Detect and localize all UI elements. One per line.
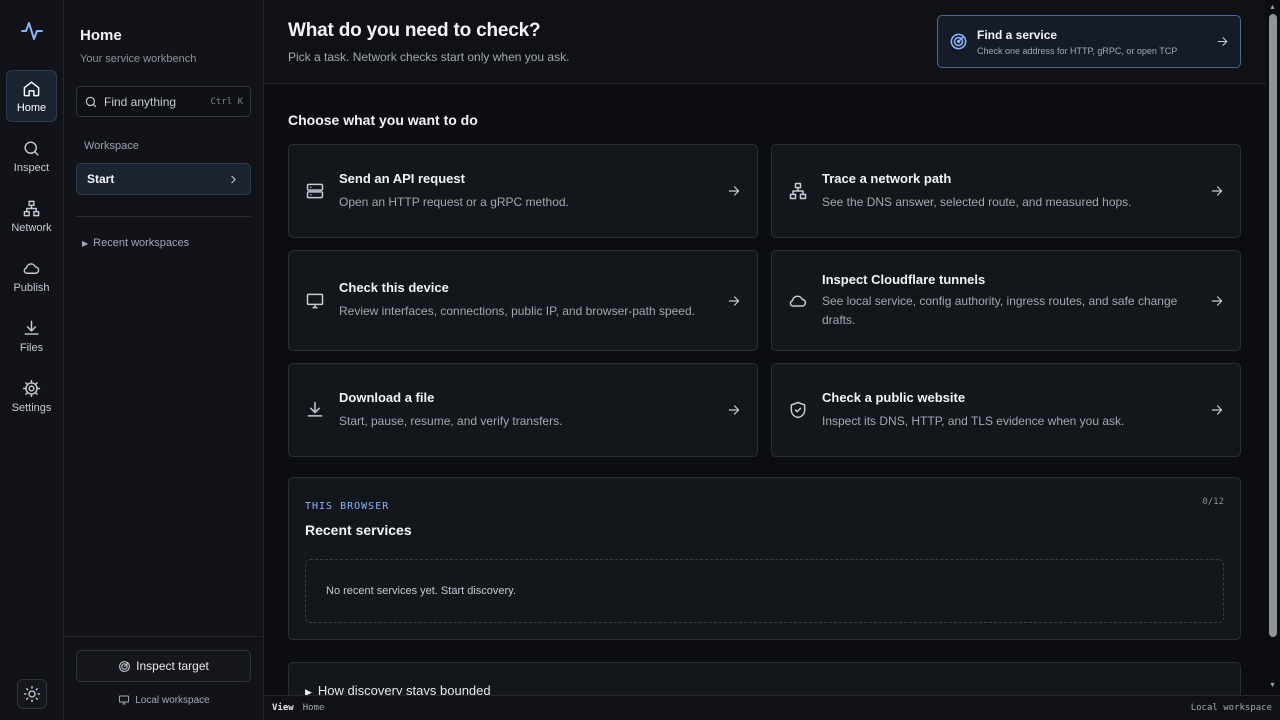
recent-services-panel: THIS BROWSER 0/12 Recent services No rec…: [288, 477, 1241, 640]
recent-workspaces-label: Recent workspaces: [93, 237, 190, 249]
search-shortcut: Ctrl K: [210, 96, 243, 107]
arrow-right-icon: [727, 403, 741, 417]
network-icon: [22, 199, 41, 218]
rail-item-settings[interactable]: Settings: [6, 370, 57, 422]
rail-item-label: Settings: [11, 401, 52, 414]
workspace-start-label: Start: [87, 172, 115, 186]
main-header: What do you need to check? Pick a task. …: [264, 0, 1266, 84]
local-workspace-label: Local workspace: [135, 694, 210, 706]
task-card-title: Download a file: [339, 389, 435, 405]
scroll-up-icon[interactable]: ▲: [1269, 4, 1276, 11]
task-card-description: Inspect its DNS, HTTP, and TLS evidence …: [822, 413, 1125, 428]
radar-icon: [118, 660, 131, 673]
task-card-public-website[interactable]: Check a public website Inspect its DNS, …: [771, 363, 1241, 457]
task-card-title: Check a public website: [822, 389, 966, 405]
rail-item-network[interactable]: Network: [6, 190, 57, 242]
inspect-target-label: Inspect target: [136, 659, 209, 673]
status-page-label: Home: [302, 703, 325, 713]
page-title: What do you need to check?: [288, 20, 541, 41]
arrow-right-icon: [727, 184, 741, 198]
arrow-right-icon: [1216, 35, 1229, 48]
icon-rail: Home Inspect Network Publish Files Setti…: [0, 0, 64, 720]
task-card-description: Review interfaces, connections, public I…: [339, 304, 695, 318]
home-icon: [22, 79, 41, 98]
network-icon: [788, 181, 808, 201]
task-card-cloudflare-tunnels[interactable]: Inspect Cloudflare tunnels See local ser…: [771, 250, 1241, 351]
arrow-right-icon: [1210, 403, 1224, 417]
monitor-icon: [118, 694, 130, 706]
panel-divider: [64, 636, 263, 637]
local-workspace-indicator: Local workspace: [64, 694, 264, 706]
arrow-right-icon: [1210, 184, 1224, 198]
task-card-description: See local service, config authority, ing…: [822, 293, 1178, 327]
task-card-title: Inspect Cloudflare tunnels: [822, 271, 986, 287]
chevron-right-icon: [227, 173, 240, 186]
panel-title: Home: [80, 27, 122, 44]
task-card-title: Check this device: [339, 280, 449, 295]
task-card-title: Trace a network path: [822, 170, 952, 186]
status-workspace-label: Local workspace: [1190, 703, 1272, 713]
rail-item-home[interactable]: Home: [6, 70, 57, 122]
recent-services-count: 0/12: [1202, 497, 1224, 507]
find-service-title: Find a service: [977, 27, 1058, 42]
cloud-icon: [22, 259, 41, 278]
task-card-description: Start, pause, resume, and verify transfe…: [339, 413, 563, 428]
server-icon: [305, 181, 325, 201]
download-icon: [305, 400, 325, 420]
rail-item-inspect[interactable]: Inspect: [6, 130, 57, 182]
status-bar: View Home Local workspace: [264, 695, 1280, 720]
scrollbar-thumb[interactable]: [1269, 14, 1277, 637]
search-input[interactable]: Find anything Ctrl K: [76, 86, 251, 117]
task-card-description: Open an HTTP request or a gRPC method.: [339, 194, 569, 209]
rail-item-label: Inspect: [13, 161, 50, 174]
rail-item-label: Network: [11, 221, 52, 234]
recent-workspaces-toggle[interactable]: ▶ Recent workspaces: [82, 237, 189, 249]
search-placeholder: Find anything: [104, 94, 177, 109]
recent-services-title: Recent services: [305, 522, 412, 538]
main-scrollbar[interactable]: ▲ ▼: [1266, 0, 1280, 695]
recent-services-kicker: THIS BROWSER: [305, 501, 390, 512]
search-icon: [22, 139, 41, 158]
find-service-button[interactable]: Find a service Check one address for HTT…: [937, 15, 1241, 68]
download-icon: [22, 319, 41, 338]
workspace-section-label: Workspace: [84, 140, 139, 152]
recent-services-empty-state: No recent services yet. Start discovery.: [305, 559, 1224, 623]
workspace-start-item[interactable]: Start: [76, 163, 251, 195]
gear-icon: [22, 379, 41, 398]
task-card-check-device[interactable]: Check this device Review interfaces, con…: [288, 250, 758, 351]
rail-item-label: Home: [16, 101, 47, 114]
panel-divider: [76, 216, 251, 217]
status-view-label: View: [272, 703, 294, 713]
scroll-down-icon[interactable]: ▼: [1269, 682, 1276, 689]
shield-icon: [788, 400, 808, 420]
task-card-download-file[interactable]: Download a file Start, pause, resume, an…: [288, 363, 758, 457]
cloud-icon: [788, 291, 808, 311]
rail-item-label: Files: [19, 341, 44, 354]
rail-item-label: Publish: [13, 281, 50, 294]
task-card-description: See the DNS answer, selected route, and …: [822, 194, 1132, 209]
pulse-icon: [20, 19, 44, 43]
arrow-right-icon: [727, 294, 741, 308]
monitor-icon: [305, 291, 325, 311]
arrow-right-icon: [1210, 294, 1224, 308]
inspect-target-button[interactable]: Inspect target: [76, 650, 251, 682]
task-card-api-request[interactable]: Send an API request Open an HTTP request…: [288, 144, 758, 238]
radar-icon: [949, 32, 968, 51]
search-icon: [84, 95, 98, 109]
rail-item-publish[interactable]: Publish: [6, 250, 57, 302]
panel-subtitle: Your service workbench: [80, 53, 197, 65]
tasks-heading: Choose what you want to do: [288, 112, 478, 128]
empty-state-text: No recent services yet. Start discovery.: [326, 585, 516, 597]
task-card-title: Send an API request: [339, 170, 465, 186]
triangle-right-icon: ▶: [82, 238, 89, 248]
sun-icon: [23, 685, 41, 703]
page-subtitle: Pick a task. Network checks start only w…: [288, 50, 570, 64]
side-panel: Home Your service workbench Find anythin…: [64, 0, 264, 720]
theme-toggle-button[interactable]: [17, 679, 47, 709]
task-card-trace-path[interactable]: Trace a network path See the DNS answer,…: [771, 144, 1241, 238]
rail-item-files[interactable]: Files: [6, 310, 57, 362]
find-service-description: Check one address for HTTP, gRPC, or ope…: [977, 45, 1178, 56]
